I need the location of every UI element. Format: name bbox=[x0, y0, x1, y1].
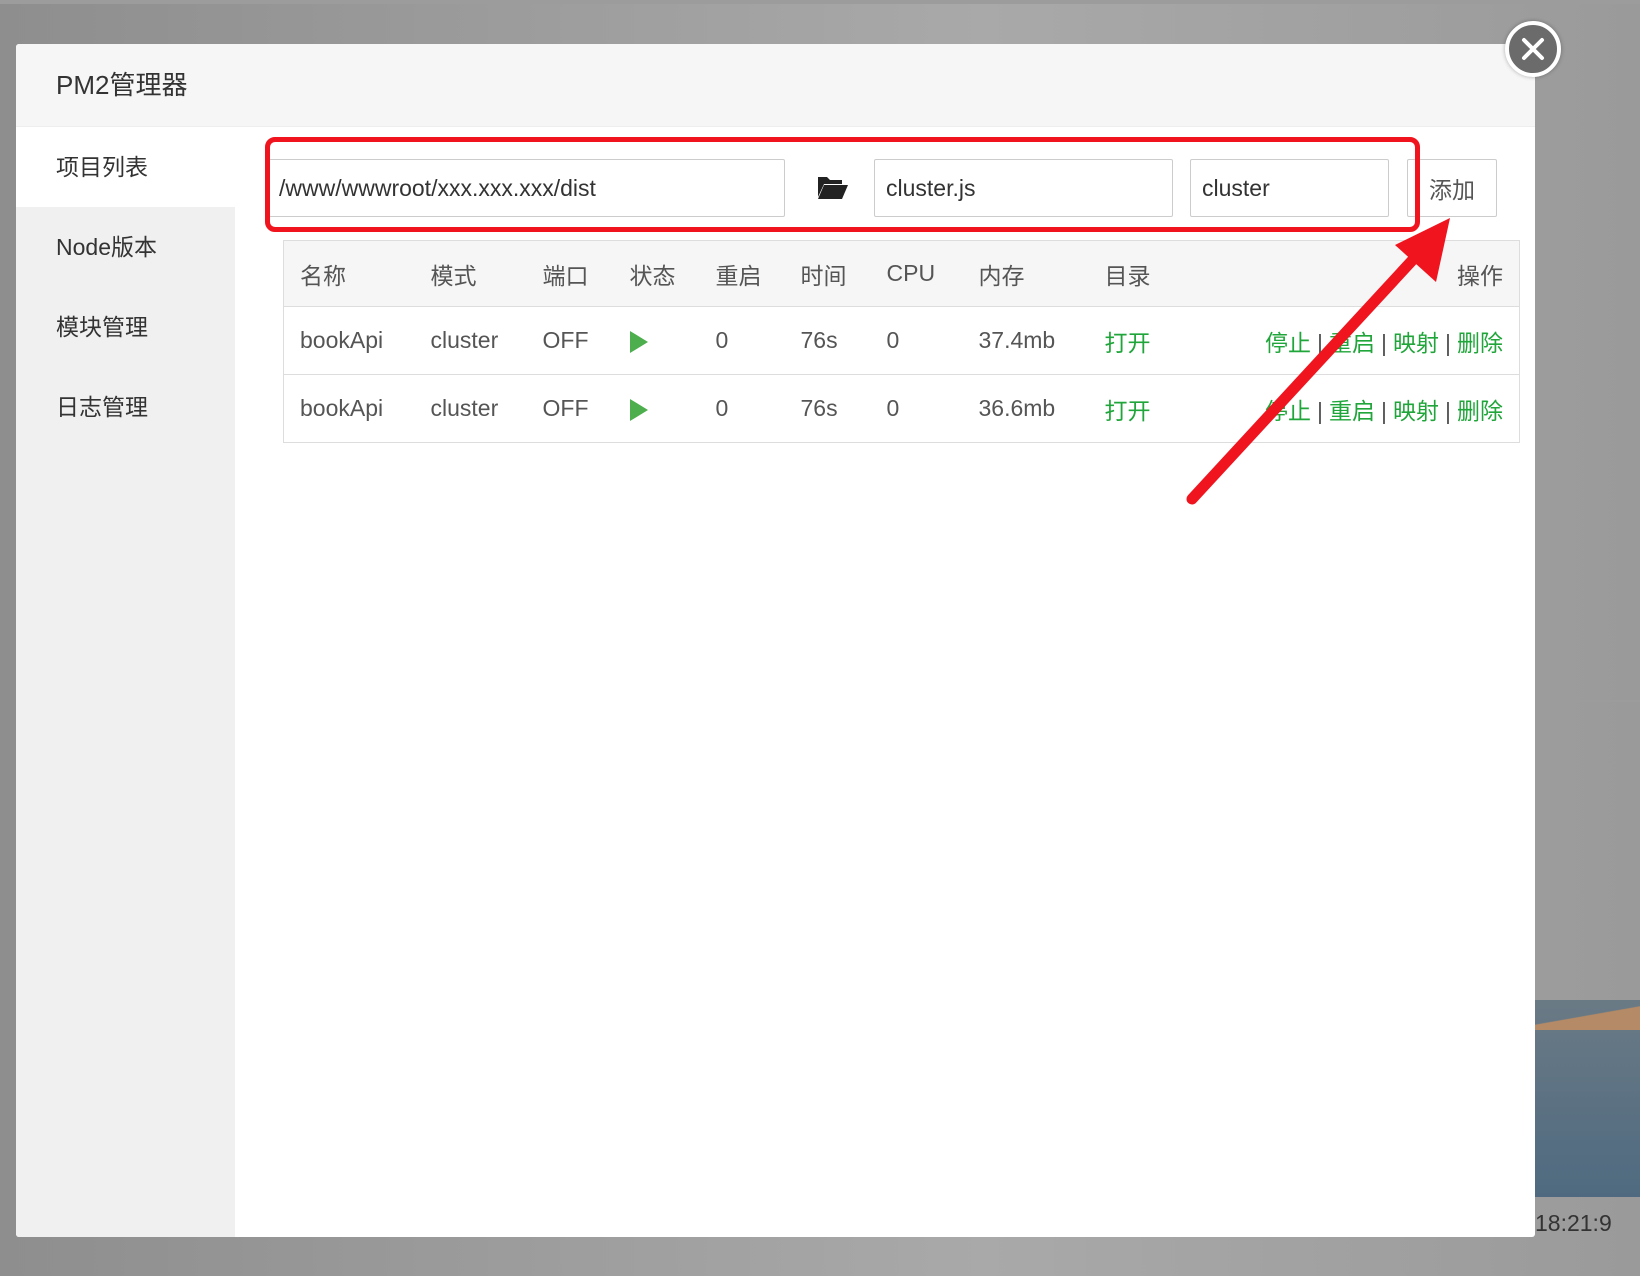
column-header-cpu: CPU bbox=[870, 240, 963, 307]
status-cell bbox=[613, 374, 700, 443]
table-row: bookApi cluster OFF 0 76s 0 36.6mb 打开 停止… bbox=[283, 374, 1520, 443]
dialog-title: PM2管理器 bbox=[16, 44, 1535, 127]
process-restarts: 0 bbox=[699, 374, 785, 443]
stop-link[interactable]: 停止 bbox=[1265, 398, 1311, 424]
process-cpu: 0 bbox=[870, 374, 963, 443]
process-name: bookApi bbox=[283, 374, 415, 443]
process-mode: cluster bbox=[414, 374, 527, 443]
column-header-memory: 内存 bbox=[962, 240, 1089, 307]
background-line bbox=[0, 0, 1640, 4]
restart-link[interactable]: 重启 bbox=[1329, 330, 1375, 356]
delete-link[interactable]: 删除 bbox=[1457, 330, 1503, 356]
separator: | bbox=[1317, 329, 1324, 356]
map-link[interactable]: 映射 bbox=[1393, 330, 1439, 356]
separator: | bbox=[1381, 329, 1388, 356]
process-mode: cluster bbox=[414, 306, 527, 375]
play-status-icon[interactable] bbox=[629, 398, 648, 421]
close-icon bbox=[1522, 38, 1544, 60]
process-table: 名称 模式 端口 状态 重启 时间 CPU 内存 目录 操作 bookApi c… bbox=[283, 240, 1520, 443]
process-port: OFF bbox=[526, 306, 614, 375]
folder-open-icon[interactable] bbox=[817, 173, 849, 201]
open-directory-link[interactable]: 打开 bbox=[1088, 306, 1239, 375]
play-status-icon[interactable] bbox=[629, 330, 648, 353]
process-memory: 36.6mb bbox=[962, 374, 1089, 443]
separator: | bbox=[1445, 329, 1451, 356]
project-path-input[interactable] bbox=[267, 159, 785, 217]
column-header-mode: 模式 bbox=[414, 240, 527, 307]
startup-file-input[interactable] bbox=[874, 159, 1173, 217]
actions-cell: 停止 | 重启 | 映射 | 删除 bbox=[1238, 374, 1520, 443]
project-name-input[interactable] bbox=[1190, 159, 1389, 217]
delete-link[interactable]: 删除 bbox=[1457, 398, 1503, 424]
separator: | bbox=[1317, 397, 1324, 424]
status-cell bbox=[613, 306, 700, 375]
sidebar-item-log-management[interactable]: 日志管理 bbox=[16, 367, 235, 447]
column-header-actions: 操作 bbox=[1238, 240, 1520, 307]
sidebar-item-module-management[interactable]: 模块管理 bbox=[16, 287, 235, 367]
process-uptime: 76s bbox=[784, 374, 871, 443]
column-header-directory: 目录 bbox=[1088, 240, 1239, 307]
table-header-row: 名称 模式 端口 状态 重启 时间 CPU 内存 目录 操作 bbox=[283, 240, 1520, 307]
add-button[interactable]: 添加 bbox=[1407, 159, 1497, 217]
process-memory: 37.4mb bbox=[962, 306, 1089, 375]
stop-link[interactable]: 停止 bbox=[1265, 330, 1311, 356]
sidebar-item-node-version[interactable]: Node版本 bbox=[16, 207, 235, 287]
process-cpu: 0 bbox=[870, 306, 963, 375]
column-header-time: 时间 bbox=[784, 240, 871, 307]
close-dialog-button[interactable] bbox=[1505, 21, 1561, 77]
sidebar-item-project-list[interactable]: 项目列表 bbox=[16, 127, 235, 207]
separator: | bbox=[1381, 397, 1388, 424]
pm2-manager-dialog: PM2管理器 项目列表 Node版本 模块管理 日志管理 添加 名称 模式 端口… bbox=[16, 44, 1535, 1237]
project-list-panel: 添加 名称 模式 端口 状态 重启 时间 CPU 内存 目录 操作 bookAp… bbox=[235, 127, 1535, 1237]
background-axis-label: 18:21:9 bbox=[1535, 1210, 1612, 1236]
column-header-restart: 重启 bbox=[699, 240, 785, 307]
actions-cell: 停止 | 重启 | 映射 | 删除 bbox=[1238, 306, 1520, 375]
table-row: bookApi cluster OFF 0 76s 0 37.4mb 打开 停止… bbox=[283, 306, 1520, 375]
separator: | bbox=[1445, 397, 1451, 424]
column-header-name: 名称 bbox=[283, 240, 415, 307]
column-header-port: 端口 bbox=[526, 240, 614, 307]
open-directory-link[interactable]: 打开 bbox=[1088, 374, 1239, 443]
map-link[interactable]: 映射 bbox=[1393, 398, 1439, 424]
process-uptime: 76s bbox=[784, 306, 871, 375]
sidebar: 项目列表 Node版本 模块管理 日志管理 bbox=[16, 127, 235, 1237]
background-line bbox=[1535, 700, 1640, 702]
process-restarts: 0 bbox=[699, 306, 785, 375]
column-header-status: 状态 bbox=[613, 240, 700, 307]
background-chart-series bbox=[1535, 1000, 1640, 1030]
process-name: bookApi bbox=[283, 306, 415, 375]
process-port: OFF bbox=[526, 374, 614, 443]
restart-link[interactable]: 重启 bbox=[1329, 398, 1375, 424]
